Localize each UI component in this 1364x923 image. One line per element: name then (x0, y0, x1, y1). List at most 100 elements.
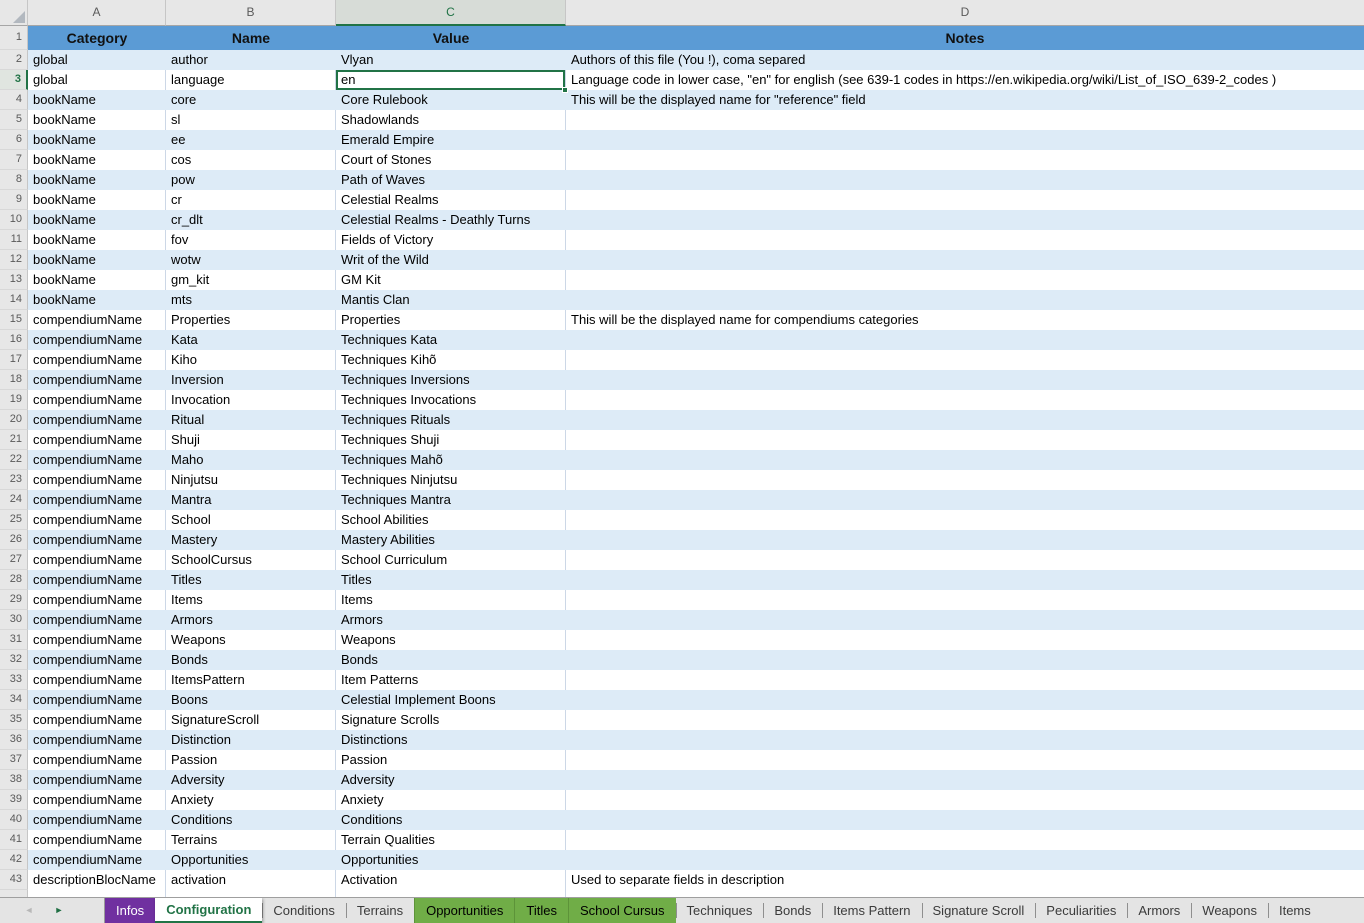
cell-name[interactable]: School (166, 510, 336, 530)
fill-handle[interactable] (562, 87, 568, 93)
cell-category[interactable]: bookName (28, 210, 166, 230)
cell-name[interactable]: pow (166, 170, 336, 190)
cell-notes[interactable] (566, 570, 1364, 590)
cell-notes[interactable] (566, 150, 1364, 170)
cell-name[interactable]: Titles (166, 570, 336, 590)
cell-category[interactable]: bookName (28, 290, 166, 310)
cell-notes[interactable] (566, 650, 1364, 670)
cell-category[interactable]: compendiumName (28, 490, 166, 510)
cell-category[interactable]: compendiumName (28, 310, 166, 330)
row-number[interactable]: 30 (0, 610, 28, 630)
cell-name[interactable]: Armors (166, 610, 336, 630)
cell-notes[interactable]: Used to separate fields in description (566, 870, 1364, 890)
row-number[interactable]: 9 (0, 190, 28, 210)
row-number[interactable]: 11 (0, 230, 28, 250)
row-number[interactable]: 20 (0, 410, 28, 430)
row-number[interactable]: 10 (0, 210, 28, 230)
cell-value[interactable]: Items (336, 590, 566, 610)
cell-category[interactable]: compendiumName (28, 330, 166, 350)
cell-name[interactable]: Ninjutsu (166, 470, 336, 490)
sheet-tab-items[interactable]: Items (1268, 898, 1322, 923)
cell-notes[interactable] (566, 410, 1364, 430)
row-number[interactable]: 40 (0, 810, 28, 830)
cell-category[interactable]: bookName (28, 130, 166, 150)
table-header-category[interactable]: Category (28, 26, 166, 50)
cell-value[interactable]: Shadowlands (336, 110, 566, 130)
cell-value[interactable]: Celestial Realms - Deathly Turns (336, 210, 566, 230)
cell-value[interactable]: Bonds (336, 650, 566, 670)
column-header-d[interactable]: D (566, 0, 1364, 26)
cell-value[interactable]: Properties (336, 310, 566, 330)
cell-name[interactable]: Kiho (166, 350, 336, 370)
cell-value[interactable]: Techniques Rituals (336, 410, 566, 430)
row-number[interactable]: 36 (0, 730, 28, 750)
sheet-tab-titles[interactable]: Titles (514, 898, 568, 923)
cell-category[interactable]: compendiumName (28, 370, 166, 390)
cell-name[interactable]: core (166, 90, 336, 110)
table-header-notes[interactable]: Notes (566, 26, 1364, 50)
sheet-tab-peculiarities[interactable]: Peculiarities (1035, 898, 1127, 923)
cell-name[interactable]: Mastery (166, 530, 336, 550)
cell-value[interactable]: Techniques Mahõ (336, 450, 566, 470)
cell-name[interactable]: sl (166, 110, 336, 130)
cell-notes[interactable]: Authors of this file (You !), coma separ… (566, 50, 1364, 70)
sheet-tab-infos[interactable]: Infos (105, 898, 155, 923)
cell-name[interactable]: Properties (166, 310, 336, 330)
cell-value[interactable]: en (336, 70, 566, 90)
cell-value[interactable]: Court of Stones (336, 150, 566, 170)
cell-notes[interactable] (566, 250, 1364, 270)
cell-category[interactable]: compendiumName (28, 830, 166, 850)
cell-name[interactable]: SignatureScroll (166, 710, 336, 730)
cell-category[interactable]: bookName (28, 170, 166, 190)
row-number[interactable]: 21 (0, 430, 28, 450)
cell-notes[interactable] (566, 710, 1364, 730)
cell-category[interactable]: global (28, 50, 166, 70)
cell-name[interactable]: mts (166, 290, 336, 310)
cell-name[interactable]: Opportunities (166, 850, 336, 870)
sheet-tab-signature-scroll[interactable]: Signature Scroll (922, 898, 1036, 923)
cell-value[interactable]: Titles (336, 570, 566, 590)
cell-name[interactable]: cos (166, 150, 336, 170)
cell-category[interactable]: bookName (28, 250, 166, 270)
sheet-tab-terrains[interactable]: Terrains (346, 898, 414, 923)
cell-category[interactable]: compendiumName (28, 810, 166, 830)
cell-notes[interactable] (566, 390, 1364, 410)
sheet-nav-right-icon[interactable]: ► (44, 898, 74, 923)
cell-name[interactable]: fov (166, 230, 336, 250)
select-all-corner[interactable] (0, 0, 28, 26)
cell-category[interactable]: compendiumName (28, 350, 166, 370)
cell-category[interactable]: compendiumName (28, 390, 166, 410)
row-number[interactable]: 3 (0, 70, 28, 90)
sheet-nav-left-icon[interactable]: ◄ (14, 898, 44, 923)
cell-value[interactable]: Terrain Qualities (336, 830, 566, 850)
cell-notes[interactable] (566, 630, 1364, 650)
cell-value[interactable]: Mastery Abilities (336, 530, 566, 550)
row-number[interactable]: 22 (0, 450, 28, 470)
cell-name[interactable]: Boons (166, 690, 336, 710)
cell-notes[interactable] (566, 190, 1364, 210)
cell-category[interactable]: bookName (28, 150, 166, 170)
cell-notes[interactable] (566, 670, 1364, 690)
row-number[interactable]: 28 (0, 570, 28, 590)
cell-value[interactable]: Conditions (336, 810, 566, 830)
cell-notes[interactable] (566, 830, 1364, 850)
row-number[interactable]: 31 (0, 630, 28, 650)
cell-value[interactable]: Armors (336, 610, 566, 630)
cell-value[interactable]: Techniques Kihõ (336, 350, 566, 370)
cell-category[interactable]: global (28, 70, 166, 90)
cell-notes[interactable] (566, 470, 1364, 490)
cell-value[interactable]: Distinctions (336, 730, 566, 750)
cell-value[interactable]: Techniques Ninjutsu (336, 470, 566, 490)
cell-value[interactable]: Activation (336, 870, 566, 890)
row-number[interactable]: 5 (0, 110, 28, 130)
row-number[interactable]: 8 (0, 170, 28, 190)
cell-category[interactable]: compendiumName (28, 730, 166, 750)
sheet-tab-techniques[interactable]: Techniques (676, 898, 764, 923)
cell-name[interactable]: Bonds (166, 650, 336, 670)
cell-value[interactable]: Path of Waves (336, 170, 566, 190)
cell-notes[interactable] (566, 450, 1364, 470)
column-header-c[interactable]: C (336, 0, 566, 26)
cell-category[interactable]: compendiumName (28, 550, 166, 570)
cell-name[interactable]: Passion (166, 750, 336, 770)
sheet-tab-armors[interactable]: Armors (1127, 898, 1191, 923)
